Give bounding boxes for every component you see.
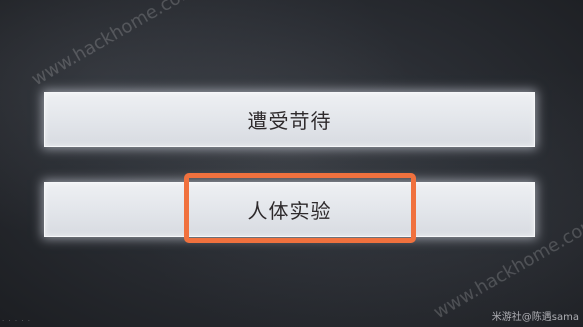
- watermark-top: www.hackhome.com: [28, 0, 200, 91]
- choice-label-2: 人体实验: [247, 199, 332, 223]
- background-haze: [0, 0, 583, 327]
- choice-label-1: 遭受苛待: [247, 109, 332, 133]
- choice-button-1[interactable]: 遭受苛待: [44, 92, 535, 147]
- corner-mark: · · · · ·: [2, 317, 32, 325]
- choice-button-2[interactable]: 人体实验: [44, 182, 535, 237]
- game-screen: www.hackhome.com 遭受苛待 人体实验 www.hackhome.…: [0, 0, 583, 327]
- credit-text: 米游社@陈遇sama: [491, 312, 579, 323]
